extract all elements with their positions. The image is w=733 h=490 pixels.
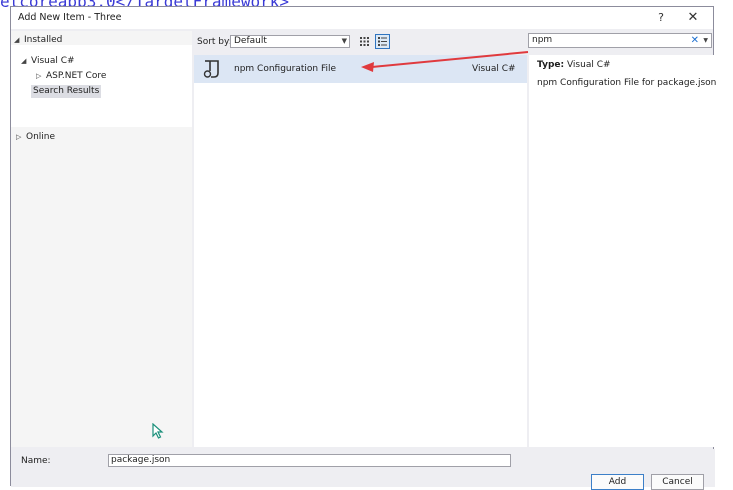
mouse-cursor-icon [152,423,164,439]
annotation-arrow-icon [361,51,529,72]
